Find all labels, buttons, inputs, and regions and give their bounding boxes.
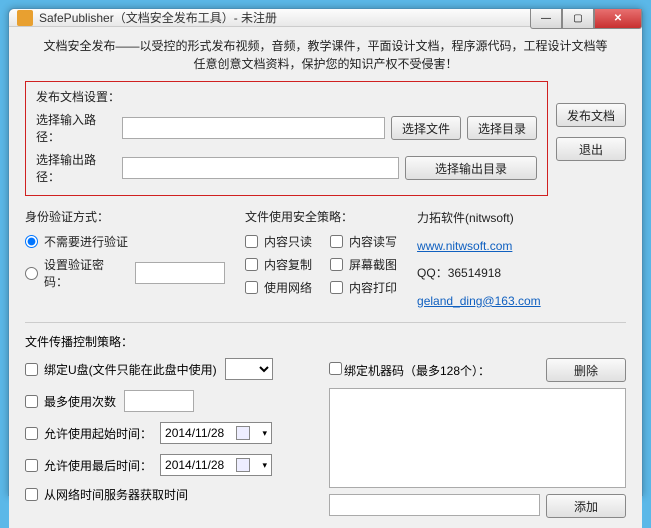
policy-readonly-checkbox[interactable]: 内容只读 <box>245 233 312 250</box>
max-use-field[interactable] <box>124 390 194 412</box>
auth-password-field[interactable] <box>135 262 225 284</box>
chevron-down-icon: ▾ <box>262 428 267 439</box>
chevron-down-icon: ▾ <box>262 460 267 471</box>
app-window: SafePublisher（文档安全发布工具）- 未注册 — ▢ ✕ 文档安全发… <box>8 8 643 496</box>
end-date-picker[interactable]: 2014/11/28▾ <box>160 454 272 476</box>
publish-settings-group: 发布文档设置： 选择输入路径： 选择文件 选择目录 选择输出路径： 选择输出目录 <box>25 81 548 196</box>
output-path-field[interactable] <box>122 157 399 179</box>
publish-settings-header: 发布文档设置： <box>36 88 537 105</box>
policy-network-checkbox[interactable]: 使用网络 <box>245 279 312 296</box>
company-name: 力拓软件(nitwsoft) <box>417 208 541 230</box>
propagation-header: 文件传播控制策略： <box>25 333 626 350</box>
nettime-checkbox[interactable]: 从网络时间服务器获取时间 <box>25 486 188 503</box>
machine-code-input[interactable] <box>329 494 540 516</box>
start-time-checkbox[interactable]: 允许使用起始时间： <box>25 425 152 442</box>
select-file-button[interactable]: 选择文件 <box>391 116 461 140</box>
titlebar: SafePublisher（文档安全发布工具）- 未注册 — ▢ ✕ <box>9 9 642 27</box>
policy-readwrite-checkbox[interactable]: 内容读写 <box>330 233 397 250</box>
select-output-dir-button[interactable]: 选择输出目录 <box>405 156 537 180</box>
company-qq: QQ：36514918 <box>417 263 541 285</box>
calendar-icon <box>236 458 250 472</box>
calendar-icon <box>236 426 250 440</box>
auth-password-radio[interactable]: 设置验证密码： <box>25 256 225 290</box>
output-path-label: 选择输出路径： <box>36 151 116 185</box>
policy-print-checkbox[interactable]: 内容打印 <box>330 279 397 296</box>
policy-group: 文件使用安全策略： 内容只读 内容读写 内容复制 屏幕截图 使用网络 内容打印 <box>245 208 397 312</box>
maximize-button[interactable]: ▢ <box>562 9 594 29</box>
add-machine-button[interactable]: 添加 <box>546 494 626 518</box>
start-date-picker[interactable]: 2014/11/28▾ <box>160 422 272 444</box>
divider <box>25 322 626 323</box>
exit-button[interactable]: 退出 <box>556 137 626 161</box>
input-path-label: 选择输入路径： <box>36 111 116 145</box>
input-path-field[interactable] <box>122 117 385 139</box>
close-button[interactable]: ✕ <box>594 9 642 29</box>
policy-header: 文件使用安全策略： <box>245 208 397 225</box>
company-url-link[interactable]: www.nitwsoft.com <box>417 236 541 258</box>
auth-group: 身份验证方式： 不需要进行验证 设置验证密码： <box>25 208 225 312</box>
propagation-left: 绑定U盘(文件只能在此盘中使用) 最多使用次数 允许使用起始时间： 2014/1… <box>25 358 315 518</box>
app-icon <box>17 10 33 26</box>
bind-machine-checkbox[interactable]: 绑定机器码（最多128个）： <box>329 362 490 379</box>
machine-code-group: 绑定机器码（最多128个）： 删除 添加 <box>329 358 626 518</box>
auth-header: 身份验证方式： <box>25 208 225 225</box>
intro-text: 文档安全发布——以受控的形式发布视频，音频，教学课件，平面设计文档，程序源代码，… <box>25 37 626 73</box>
company-email-link[interactable]: geland_ding@163.com <box>417 291 541 313</box>
policy-screenshot-checkbox[interactable]: 屏幕截图 <box>330 256 397 273</box>
window-title: SafePublisher（文档安全发布工具）- 未注册 <box>39 9 277 26</box>
end-time-checkbox[interactable]: 允许使用最后时间： <box>25 457 152 474</box>
minimize-button[interactable]: — <box>530 9 562 29</box>
usb-drive-select[interactable] <box>225 358 273 380</box>
select-dir-button[interactable]: 选择目录 <box>467 116 537 140</box>
max-use-checkbox[interactable]: 最多使用次数 <box>25 393 116 410</box>
content-area: 文档安全发布——以受控的形式发布视频，音频，教学课件，平面设计文档，程序源代码，… <box>9 27 642 528</box>
machine-code-list[interactable] <box>329 388 626 488</box>
auth-none-radio[interactable]: 不需要进行验证 <box>25 233 225 250</box>
bind-usb-checkbox[interactable]: 绑定U盘(文件只能在此盘中使用) <box>25 361 217 378</box>
delete-machine-button[interactable]: 删除 <box>546 358 626 382</box>
policy-copy-checkbox[interactable]: 内容复制 <box>245 256 312 273</box>
company-info: 力拓软件(nitwsoft) www.nitwsoft.com QQ：36514… <box>417 208 541 312</box>
publish-button[interactable]: 发布文档 <box>556 103 626 127</box>
